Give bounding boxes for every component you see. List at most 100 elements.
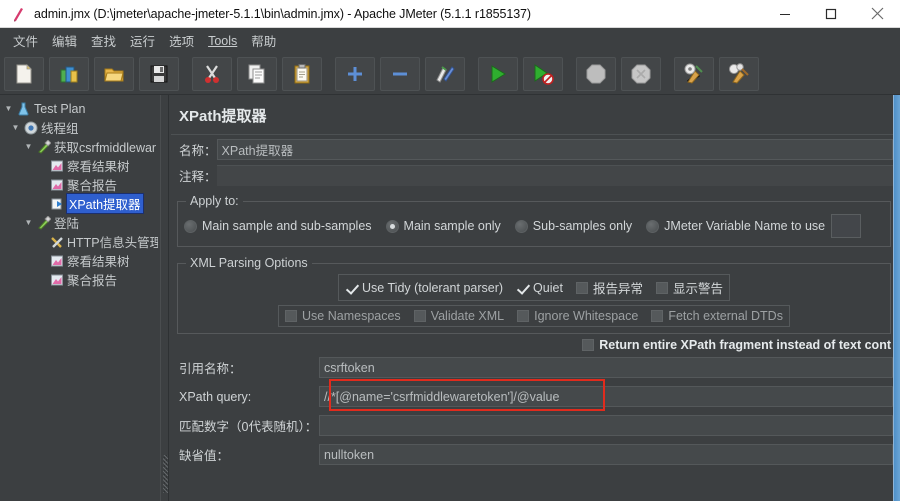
minimize-button[interactable] xyxy=(762,0,808,28)
menu-help[interactable]: 帮助 xyxy=(244,29,283,52)
menu-options[interactable]: 选项 xyxy=(162,29,201,52)
xpath-query-label: XPath query: xyxy=(179,389,252,404)
radio-main-and-sub[interactable]: Main sample and sub-samples xyxy=(184,219,372,233)
paste-button[interactable] xyxy=(282,56,322,91)
check-box-icon[interactable] xyxy=(285,310,298,322)
checkbox-use-tidy[interactable]: Use Tidy (tolerant parser) xyxy=(345,281,503,295)
window-title: admin.jmx (D:\jmeter\apache-jmeter-5.1.1… xyxy=(34,6,531,21)
xpath-query-input[interactable]: //*[@name='csrfmiddlewaretoken']/@value xyxy=(319,386,893,407)
new-document-icon xyxy=(16,63,32,83)
check-box-icon[interactable] xyxy=(517,310,530,322)
test-plan-icon xyxy=(15,102,32,116)
clear-button[interactable] xyxy=(674,56,714,91)
check-mark-icon[interactable] xyxy=(516,282,528,294)
page-title: XPath提取器 xyxy=(179,108,267,125)
comment-row: 注释： xyxy=(169,164,893,187)
split-pane-divider[interactable] xyxy=(160,95,169,501)
vertical-scrollbar[interactable] xyxy=(893,95,900,501)
name-input[interactable]: XPath提取器 xyxy=(216,139,893,160)
new-button[interactable] xyxy=(4,56,44,91)
shutdown-icon xyxy=(631,64,651,83)
radio-mark-icon[interactable] xyxy=(514,219,528,233)
apply-to-group: Apply to: Main sample and sub-samples Ma… xyxy=(177,194,891,247)
menu-edit[interactable]: 编辑 xyxy=(45,29,84,52)
test-plan-tree-pane[interactable]: ▼ Test Plan ▼ 线程组 ▼ 获取csrfmiddlewar 察看结果… xyxy=(0,95,160,501)
open-button[interactable] xyxy=(94,56,134,91)
checkbox-use-namespaces[interactable]: Use Namespaces xyxy=(285,309,401,323)
check-box-icon[interactable] xyxy=(582,339,595,351)
match-number-input[interactable] xyxy=(319,415,893,436)
check-box-icon[interactable] xyxy=(575,281,588,294)
toggle-button[interactable] xyxy=(425,56,465,91)
radio-sub-only[interactable]: Sub-samples only xyxy=(514,219,633,233)
match-number-row: 匹配数字（0代表随机）： xyxy=(169,414,893,437)
save-button[interactable] xyxy=(139,56,179,91)
tree-node-thread-group[interactable]: ▼ 线程组 xyxy=(2,118,160,137)
toolbar xyxy=(0,53,900,95)
radio-main-only[interactable]: Main sample only xyxy=(385,219,501,233)
xml-parsing-legend: XML Parsing Options xyxy=(186,256,312,270)
spacer-icon: ▼ xyxy=(35,256,48,265)
comment-label: 注释： xyxy=(179,170,217,184)
default-value-row: 缺省值： nulltoken xyxy=(169,443,893,466)
maximize-button[interactable] xyxy=(808,0,854,28)
clear-all-button[interactable] xyxy=(719,56,759,91)
checkbox-ignore-whitespace[interactable]: Ignore Whitespace xyxy=(517,309,638,323)
scrollbar-thumb[interactable] xyxy=(894,95,900,501)
comment-input[interactable] xyxy=(216,165,893,186)
start-no-pauses-button[interactable] xyxy=(523,56,563,91)
radio-mark-selected-icon[interactable] xyxy=(385,219,399,233)
shutdown-button[interactable] xyxy=(621,56,661,91)
chevron-down-icon[interactable]: ▼ xyxy=(9,123,22,132)
close-button[interactable] xyxy=(854,0,900,28)
radio-mark-icon[interactable] xyxy=(646,219,660,233)
menu-run[interactable]: 运行 xyxy=(123,29,162,52)
divider-grip[interactable] xyxy=(163,455,168,493)
tree-node-header-manager[interactable]: ▼ HTTP信息头管理 xyxy=(2,232,160,251)
chevron-down-icon[interactable]: ▼ xyxy=(22,142,35,151)
checkbox-show-warnings[interactable]: 显示警告 xyxy=(655,278,723,297)
reference-name-input[interactable]: csrftoken xyxy=(319,357,893,378)
menu-file[interactable]: 文件 xyxy=(6,29,45,52)
checkbox-validate-xml[interactable]: Validate XML xyxy=(413,309,504,323)
green-play-no-pause-icon xyxy=(534,63,554,85)
checkbox-fetch-external-dtds[interactable]: Fetch external DTDs xyxy=(651,309,783,323)
checkbox-quiet[interactable]: Quiet xyxy=(516,281,563,295)
copy-icon xyxy=(248,64,265,83)
stop-button[interactable] xyxy=(576,56,616,91)
copy-button[interactable] xyxy=(237,56,277,91)
cut-button[interactable] xyxy=(192,56,232,91)
jmeter-variable-input[interactable] xyxy=(831,214,862,238)
tree-node-xpath-extractor[interactable]: ▼ XPath提取器 xyxy=(2,193,160,214)
check-box-icon[interactable] xyxy=(655,281,668,294)
tree-node-view-results-tree-2[interactable]: ▼ 察看结果树 xyxy=(2,251,160,270)
tree-node-view-results-tree-1[interactable]: ▼ 察看结果树 xyxy=(2,156,160,175)
tree-node-aggregate-report-2[interactable]: ▼ 聚合报告 xyxy=(2,270,160,289)
tree-node-aggregate-report-1[interactable]: ▼ 聚合报告 xyxy=(2,175,160,194)
tree-node-test-plan[interactable]: ▼ Test Plan xyxy=(2,99,160,118)
reference-name-label: 引用名称： xyxy=(179,362,242,376)
checkbox-label: 报告异常 xyxy=(592,282,643,296)
default-value-input[interactable]: nulltoken xyxy=(319,444,893,465)
return-fragment-row[interactable]: Return entire XPath fragment instead of … xyxy=(169,334,893,352)
tree-node-get-csrf[interactable]: ▼ 获取csrfmiddlewar xyxy=(2,137,160,156)
expand-all-button[interactable] xyxy=(335,56,375,91)
checkbox-report-errors[interactable]: 报告异常 xyxy=(575,278,643,297)
radio-jmeter-variable[interactable]: JMeter Variable Name to use xyxy=(646,219,825,233)
start-button[interactable] xyxy=(478,56,518,91)
radio-mark-icon[interactable] xyxy=(184,219,197,233)
tree-node-login[interactable]: ▼ 登陆 xyxy=(2,213,160,232)
chevron-down-icon[interactable]: ▼ xyxy=(22,218,35,227)
menu-tools[interactable]: Tools xyxy=(201,32,244,50)
tree-node-label: Test Plan xyxy=(34,101,86,116)
apply-to-radio-row: Main sample and sub-samples Main sample … xyxy=(178,212,890,240)
templates-button[interactable] xyxy=(49,56,89,91)
menu-search[interactable]: 查找 xyxy=(84,29,123,52)
collapse-all-button[interactable] xyxy=(380,56,420,91)
check-box-icon[interactable] xyxy=(413,310,426,322)
chevron-down-icon[interactable]: ▼ xyxy=(2,104,15,113)
check-box-icon[interactable] xyxy=(651,310,664,322)
check-mark-icon[interactable] xyxy=(345,282,357,294)
test-plan-tree[interactable]: ▼ Test Plan ▼ 线程组 ▼ 获取csrfmiddlewar 察看结果… xyxy=(0,95,160,289)
radio-label: Sub-samples only xyxy=(532,219,633,233)
